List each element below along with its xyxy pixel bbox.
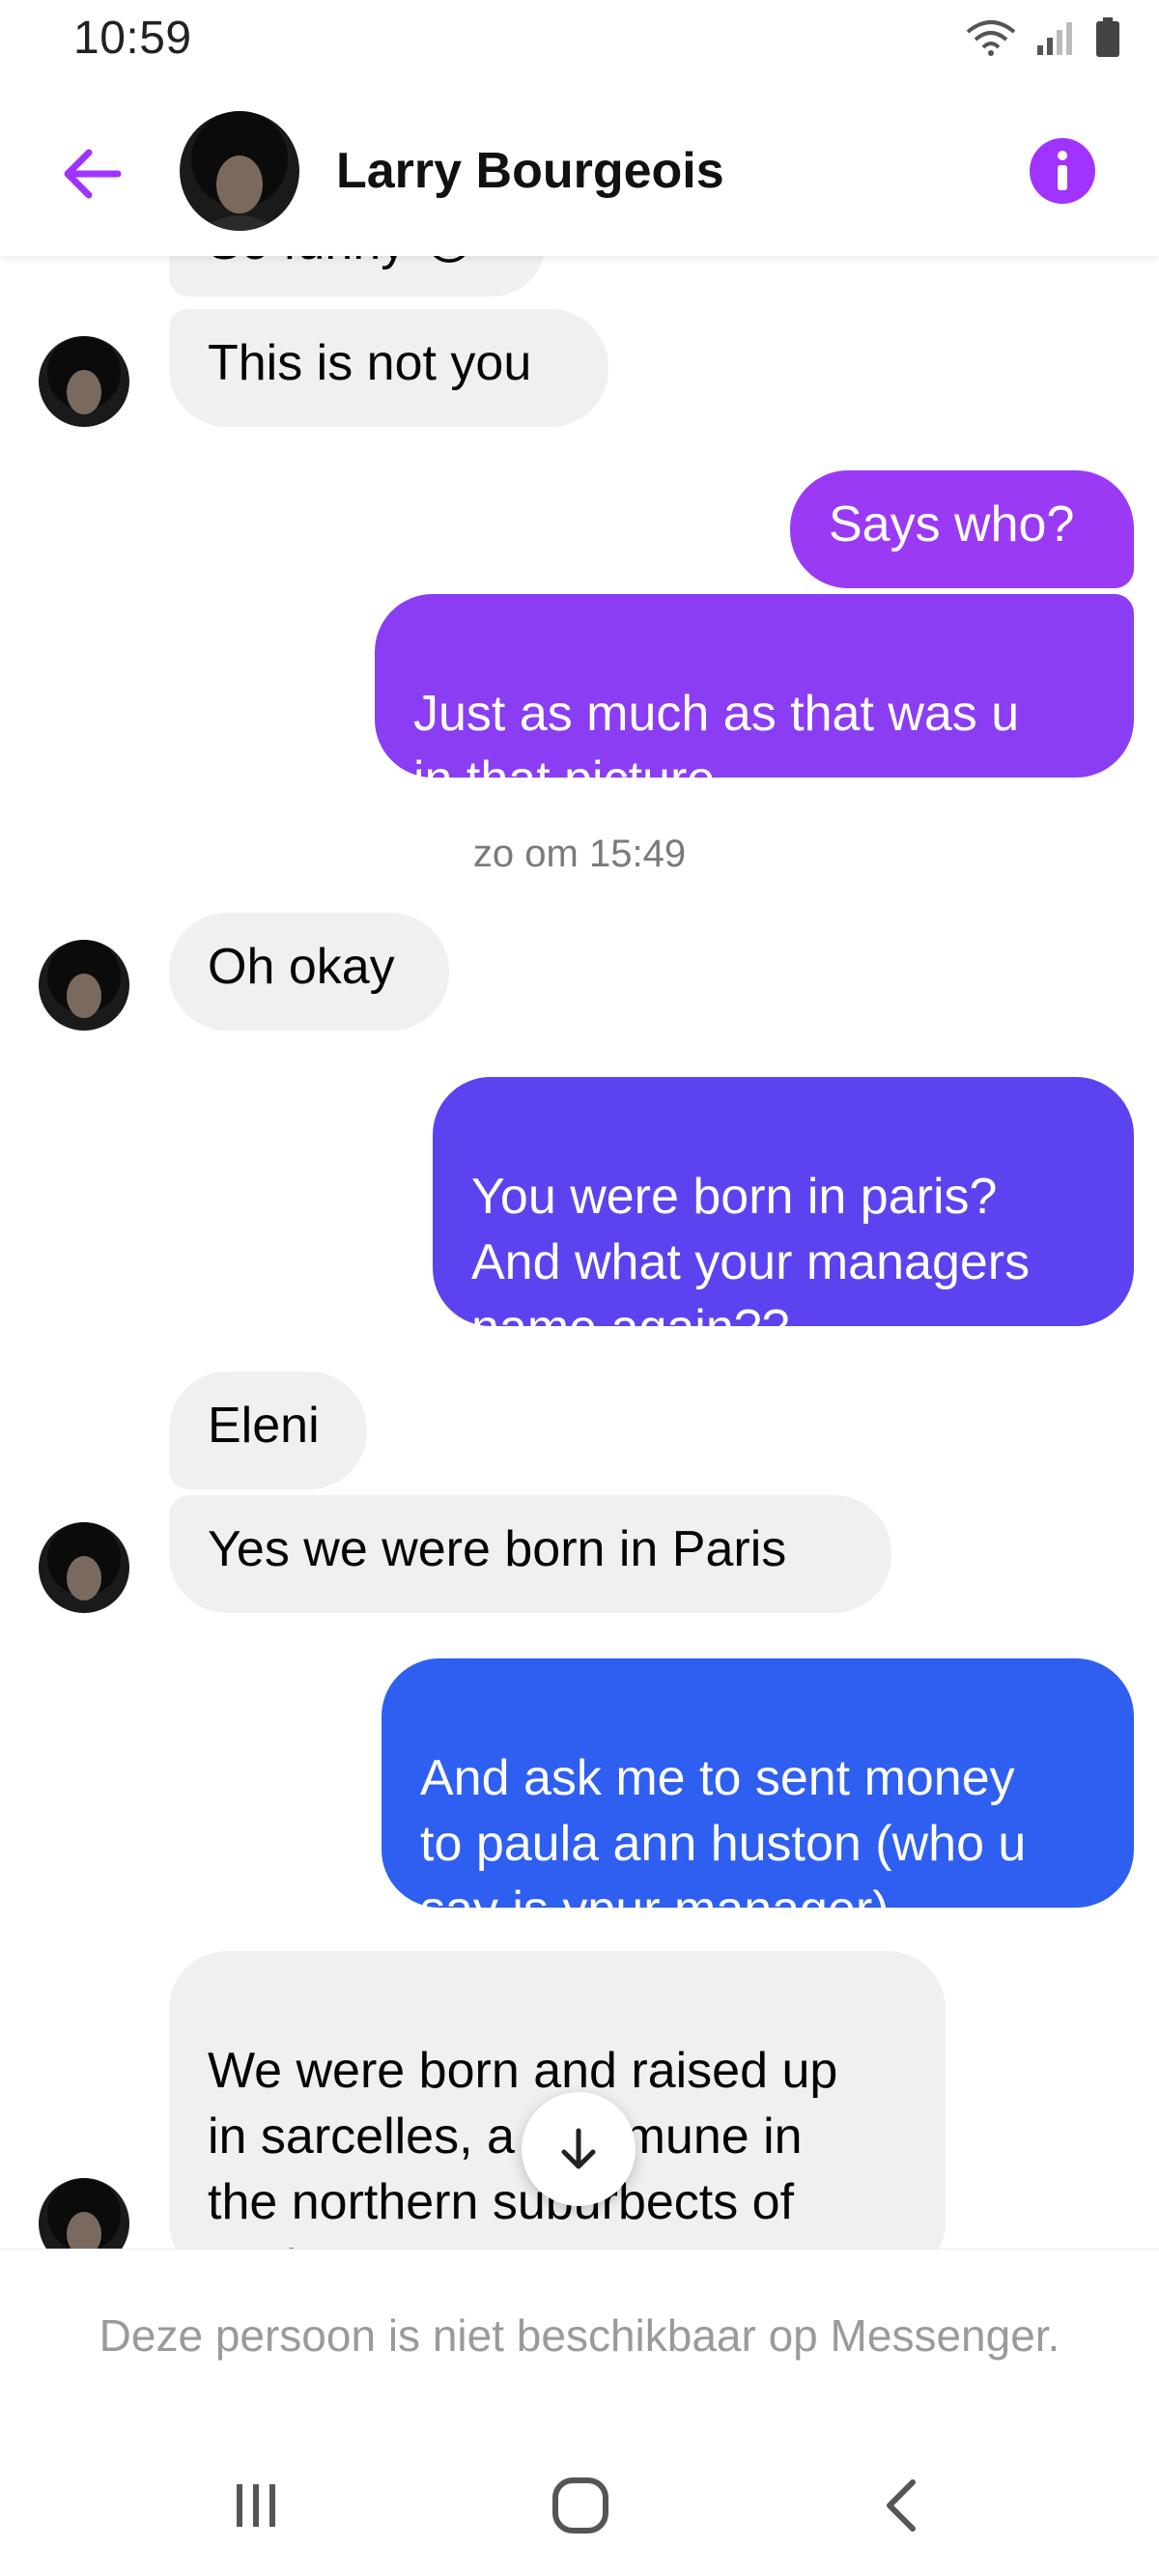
arrow-left-icon: [64, 149, 122, 199]
composer-unavailable: Deze persoon is niet beschikbaar op Mess…: [0, 2249, 1159, 2433]
message-bubble-incoming[interactable]: Eleni: [169, 1372, 367, 1489]
message-bubble-outgoing[interactable]: And ask me to sent money to paula ann hu…: [382, 1658, 1134, 1938]
contact-avatar-small[interactable]: [39, 940, 129, 1031]
system-back-button[interactable]: [862, 2467, 948, 2544]
contact-avatar-small[interactable]: [39, 2178, 129, 2249]
message-bubble-incoming[interactable]: So funny 😂: [169, 256, 546, 297]
home-button[interactable]: [537, 2467, 624, 2544]
message-text: And ask me to sent money to paula ann hu…: [420, 1750, 1027, 1938]
message-bubble-outgoing[interactable]: You were born in paris? And what your ma…: [433, 1077, 1134, 1356]
home-icon: [552, 2477, 608, 2534]
battery-icon: [1096, 17, 1119, 57]
info-icon: [1030, 138, 1095, 204]
message-bubble-outgoing[interactable]: Just as much as that was u in that pictu…: [375, 594, 1134, 807]
status-bar: 10:59: [0, 0, 1159, 87]
contact-avatar-small[interactable]: [39, 1522, 129, 1613]
info-button[interactable]: [1026, 134, 1099, 208]
system-nav-bar: [0, 2432, 1159, 2576]
message-text: So funny 😂: [208, 256, 478, 270]
message-timestamp: zo om 15:49: [472, 833, 687, 875]
message-bubble-outgoing[interactable]: Says who?: [790, 470, 1134, 588]
chevron-left-icon: [887, 2479, 916, 2532]
contact-name[interactable]: Larry Bourgeois: [336, 142, 724, 200]
status-icons: [964, 17, 1120, 58]
message-text: Just as much as that was u in that pictu…: [413, 686, 1020, 807]
scroll-to-bottom-button[interactable]: [522, 2092, 636, 2206]
message-text: Says who?: [829, 496, 1075, 552]
arrow-down-icon: [561, 2128, 596, 2169]
contact-avatar-small[interactable]: [39, 336, 129, 427]
conversation-header: Larry Bourgeois: [0, 92, 1159, 256]
wifi-icon: [966, 20, 1016, 56]
message-text: Yes we were born in Paris: [208, 1521, 787, 1577]
recents-button[interactable]: [212, 2467, 299, 2544]
back-button[interactable]: [54, 135, 131, 212]
message-bubble-incoming[interactable]: This is not you: [169, 309, 608, 427]
status-time: 10:59: [73, 13, 192, 64]
signal-icon: [1037, 22, 1072, 55]
message-bubble-incoming[interactable]: Yes we were born in Paris: [169, 1495, 891, 1613]
unavailable-notice: Deze persoon is niet beschikbaar op Mess…: [99, 2310, 1060, 2361]
message-text: This is not you: [208, 335, 532, 391]
message-text: You were born in paris? And what your ma…: [471, 1169, 1031, 1356]
contact-avatar[interactable]: [180, 111, 299, 231]
message-bubble-incoming[interactable]: Oh okay: [169, 913, 449, 1031]
message-list[interactable]: So funny 😂 This is not you Says who? Jus…: [0, 256, 1159, 2249]
recents-icon: [237, 2484, 275, 2527]
message-text: Eleni: [208, 1398, 320, 1454]
message-text: Oh okay: [208, 939, 395, 995]
